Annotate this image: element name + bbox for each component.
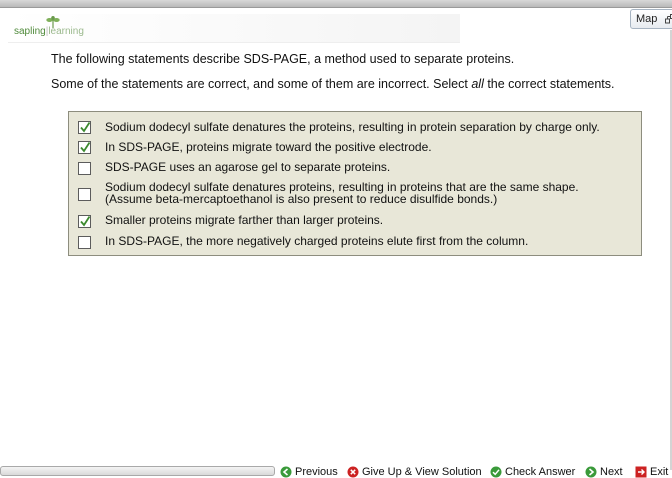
option-label[interactable]: SDS-PAGE uses an agarose gel to separate… bbox=[105, 161, 390, 173]
option-row[interactable]: Sodium dodecyl sulfate denatures the pro… bbox=[69, 119, 641, 139]
map-button[interactable]: Map bbox=[630, 9, 672, 29]
sapling-learning-logo: sapling|learning bbox=[14, 16, 104, 40]
checkmark-icon bbox=[79, 121, 91, 134]
map-icon bbox=[665, 14, 672, 24]
give-up-label: Give Up & View Solution bbox=[362, 466, 482, 478]
previous-arrow-icon bbox=[280, 466, 292, 478]
option-checkbox[interactable] bbox=[78, 188, 91, 201]
option-checkbox[interactable] bbox=[78, 121, 91, 134]
option-checkbox[interactable] bbox=[78, 215, 91, 228]
bottom-scrollbar[interactable] bbox=[0, 466, 275, 476]
next-arrow-icon bbox=[585, 466, 597, 478]
option-row[interactable]: In SDS-PAGE, proteins migrate toward the… bbox=[69, 139, 641, 159]
option-label[interactable]: Smaller proteins migrate farther than la… bbox=[105, 214, 383, 226]
map-button-label: Map bbox=[636, 13, 657, 25]
question-intro: The following statements describe SDS-PA… bbox=[51, 52, 514, 66]
instruction-text-end: the correct statements. bbox=[484, 77, 615, 91]
option-checkbox[interactable] bbox=[78, 141, 91, 154]
option-label[interactable]: In SDS-PAGE, the more negatively charged… bbox=[105, 235, 528, 247]
logo-word-learning: learning bbox=[48, 26, 84, 37]
option-row[interactable]: In SDS-PAGE, the more negatively charged… bbox=[69, 234, 641, 254]
exit-label: Exit bbox=[650, 466, 668, 478]
window-top-bar bbox=[0, 0, 672, 8]
next-label: Next bbox=[600, 466, 623, 478]
previous-label: Previous bbox=[295, 466, 338, 478]
check-circle-icon bbox=[490, 466, 502, 478]
exit-icon bbox=[635, 466, 647, 478]
option-label[interactable]: Sodium dodecyl sulfate denatures the pro… bbox=[105, 121, 600, 133]
option-row[interactable]: Sodium dodecyl sulfate denatures protein… bbox=[69, 180, 641, 210]
check-answer-label: Check Answer bbox=[505, 466, 575, 478]
option-label-line-2[interactable]: (Assume beta-mercaptoethanol is also pre… bbox=[105, 193, 497, 205]
option-row[interactable]: Smaller proteins migrate farther than la… bbox=[69, 213, 641, 233]
instruction-text-start: Some of the statements are correct, and … bbox=[51, 77, 471, 91]
logo-word-sapling: sapling bbox=[14, 26, 46, 37]
answer-options-panel: Sodium dodecyl sulfate denatures the pro… bbox=[68, 111, 642, 256]
option-checkbox[interactable] bbox=[78, 236, 91, 249]
header-banner: sapling|learning bbox=[8, 14, 460, 43]
give-up-x-icon bbox=[347, 466, 359, 478]
instruction-emphasis: all bbox=[471, 77, 484, 91]
option-label[interactable]: In SDS-PAGE, proteins migrate toward the… bbox=[105, 141, 432, 153]
checkmark-icon bbox=[79, 141, 91, 154]
logo-text: sapling|learning bbox=[14, 26, 84, 37]
question-instruction: Some of the statements are correct, and … bbox=[51, 77, 614, 91]
option-checkbox[interactable] bbox=[78, 162, 91, 175]
checkmark-icon bbox=[79, 215, 91, 228]
option-row[interactable]: SDS-PAGE uses an agarose gel to separate… bbox=[69, 160, 641, 180]
